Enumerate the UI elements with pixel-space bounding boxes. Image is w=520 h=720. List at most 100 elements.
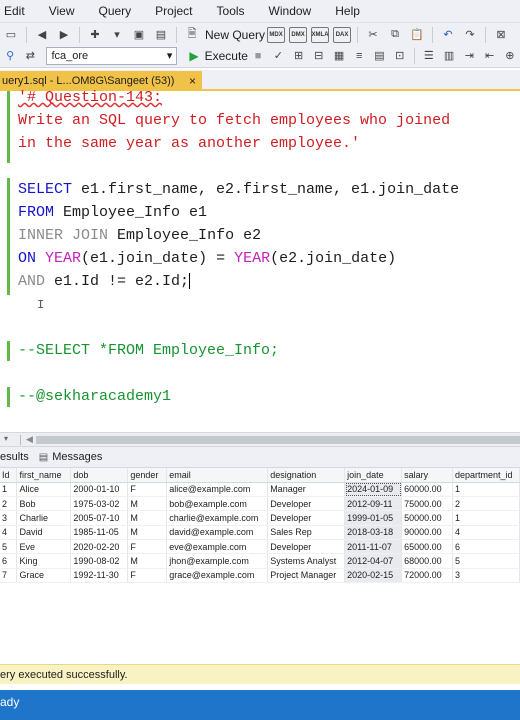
- table-row[interactable]: 4 David 1985-11-05 Mdavid@example.com Sales …: [0, 525, 520, 540]
- estimated-plan-icon[interactable]: ⊞: [290, 47, 306, 65]
- column-header[interactable]: department_id: [452, 468, 520, 483]
- table-cell[interactable]: 68000.00: [401, 553, 453, 569]
- table-row[interactable]: 1 Alice 2000-01-10 Falice@example.com Manage…: [0, 482, 520, 498]
- menu-edit[interactable]: Edit: [0, 4, 37, 18]
- table-cell[interactable]: Systems Analyst: [267, 553, 346, 569]
- intellisense-icon[interactable]: ▦: [331, 47, 347, 65]
- table-cell[interactable]: 72000.00: [401, 568, 453, 583]
- table-cell[interactable]: Manager: [267, 482, 346, 498]
- outdent-icon[interactable]: ⇤: [481, 47, 497, 65]
- table-cell[interactable]: Bob: [16, 496, 72, 512]
- table-cell[interactable]: Grace: [16, 568, 72, 583]
- parse-icon[interactable]: ✓: [270, 47, 286, 65]
- scrollbar-thumb[interactable]: [36, 436, 520, 444]
- results-grid[interactable]: Id first_name dob gender email designati…: [0, 468, 520, 583]
- column-header[interactable]: gender: [127, 468, 168, 483]
- column-header[interactable]: Id: [0, 468, 18, 483]
- sql-editor[interactable]: '# Question-143: Write an SQL query to f…: [0, 89, 520, 432]
- menu-window[interactable]: Window: [257, 4, 324, 18]
- menu-query[interactable]: Query: [86, 4, 143, 18]
- undo-icon[interactable]: ↶: [439, 26, 457, 44]
- table-cell[interactable]: 6: [0, 553, 18, 569]
- table-cell[interactable]: 60000.00: [401, 482, 453, 498]
- table-cell[interactable]: M: [127, 510, 168, 526]
- menu-tools[interactable]: Tools: [205, 4, 257, 18]
- table-cell[interactable]: 7: [0, 568, 18, 583]
- uncomment-icon[interactable]: ▥: [441, 47, 457, 65]
- table-cell[interactable]: Project Manager: [267, 568, 346, 583]
- table-cell[interactable]: 1992-11-30: [70, 568, 129, 583]
- table-cell[interactable]: David: [16, 525, 72, 540]
- table-cell[interactable]: 75000.00: [401, 496, 453, 512]
- table-cell[interactable]: 3: [452, 568, 520, 583]
- table-cell[interactable]: F: [127, 539, 168, 555]
- back-icon[interactable]: ◀: [33, 26, 51, 44]
- table-cell[interactable]: 2012-09-11: [344, 496, 403, 512]
- new-item-icon[interactable]: ✚: [86, 26, 104, 44]
- table-cell[interactable]: Eve: [16, 539, 72, 555]
- table-cell[interactable]: 65000.00: [401, 539, 453, 555]
- table-cell[interactable]: 6: [452, 539, 520, 555]
- table-cell[interactable]: F: [127, 568, 168, 583]
- table-cell[interactable]: M: [127, 525, 168, 540]
- table-cell[interactable]: 2011-11-07: [344, 539, 403, 555]
- paste-icon[interactable]: 📋: [408, 26, 426, 44]
- table-cell[interactable]: 1985-11-05: [70, 525, 129, 540]
- table-cell[interactable]: 1999-01-05: [344, 510, 403, 526]
- table-cell[interactable]: 2005-07-10: [70, 510, 129, 526]
- table-row[interactable]: 3 Charlie 2005-07-10 Mcharlie@example.com De…: [0, 510, 520, 526]
- stop-icon[interactable]: ■: [250, 47, 266, 65]
- editor-horizontal-scrollbar[interactable]: ▾ ◀: [0, 432, 520, 446]
- table-cell[interactable]: 2020-02-15: [344, 568, 403, 583]
- table-cell[interactable]: alice@example.com: [166, 482, 269, 498]
- table-cell[interactable]: Alice: [16, 482, 72, 498]
- save-icon[interactable]: ▣: [130, 26, 148, 44]
- table-cell[interactable]: eve@example.com: [166, 539, 269, 555]
- column-header[interactable]: dob: [70, 468, 129, 483]
- table-cell[interactable]: 1: [0, 482, 18, 498]
- table-cell[interactable]: 4: [452, 525, 520, 540]
- change-connection-icon[interactable]: ⇄: [22, 47, 38, 65]
- table-cell[interactable]: Developer: [267, 539, 346, 555]
- table-cell[interactable]: Charlie: [16, 510, 72, 526]
- table-cell[interactable]: david@example.com: [166, 525, 269, 540]
- table-row[interactable]: 6 King 1990-08-02 Mjhon@example.com Systems …: [0, 553, 520, 569]
- table-cell[interactable]: Developer: [267, 496, 346, 512]
- query-options-icon[interactable]: ⊟: [311, 47, 327, 65]
- table-row[interactable]: 5 Eve 2020-02-20 Feve@example.com Developer 2…: [0, 539, 520, 555]
- redo-icon[interactable]: ↷: [461, 26, 479, 44]
- database-select[interactable]: fca_ore ▾: [46, 46, 178, 65]
- table-cell[interactable]: M: [127, 553, 168, 569]
- table-cell[interactable]: 5: [0, 539, 18, 555]
- menu-view[interactable]: View: [37, 4, 87, 18]
- close-icon[interactable]: ×: [189, 74, 196, 88]
- new-query-button[interactable]: New Query: [205, 28, 265, 42]
- scroll-left-icon[interactable]: ◀: [26, 434, 33, 445]
- menu-project[interactable]: Project: [143, 4, 204, 18]
- table-cell[interactable]: 2024-01-09: [344, 482, 403, 498]
- table-cell[interactable]: 2012-04-07: [344, 553, 403, 569]
- menu-help[interactable]: Help: [323, 4, 372, 18]
- tab-results[interactable]: esults: [0, 451, 29, 463]
- table-cell[interactable]: bob@example.com: [166, 496, 269, 512]
- forward-icon[interactable]: ▶: [55, 26, 73, 44]
- indent-icon[interactable]: ⇥: [461, 47, 477, 65]
- table-cell[interactable]: 4: [0, 525, 18, 540]
- save-all-files-icon[interactable]: ▤: [152, 26, 170, 44]
- table-cell[interactable]: 1975-03-02: [70, 496, 129, 512]
- specify-values-icon[interactable]: ⊕: [502, 47, 518, 65]
- table-cell[interactable]: 2020-02-20: [70, 539, 129, 555]
- comment-icon[interactable]: ☰: [421, 47, 437, 65]
- results-to-file-icon[interactable]: ⊡: [392, 47, 408, 65]
- save-all-icon[interactable]: ▭: [2, 26, 20, 44]
- table-cell[interactable]: 2000-01-10: [70, 482, 129, 498]
- table-cell[interactable]: 2: [452, 496, 520, 512]
- results-to-grid-icon[interactable]: ▤: [371, 47, 387, 65]
- table-cell[interactable]: M: [127, 496, 168, 512]
- table-cell[interactable]: 50000.00: [401, 510, 453, 526]
- column-header[interactable]: salary: [401, 468, 453, 483]
- dmx-query-icon[interactable]: DMX: [289, 26, 308, 43]
- column-header[interactable]: first_name: [16, 468, 72, 483]
- table-cell[interactable]: jhon@example.com: [166, 553, 269, 569]
- new-query-icon[interactable]: 🗎: [183, 26, 201, 44]
